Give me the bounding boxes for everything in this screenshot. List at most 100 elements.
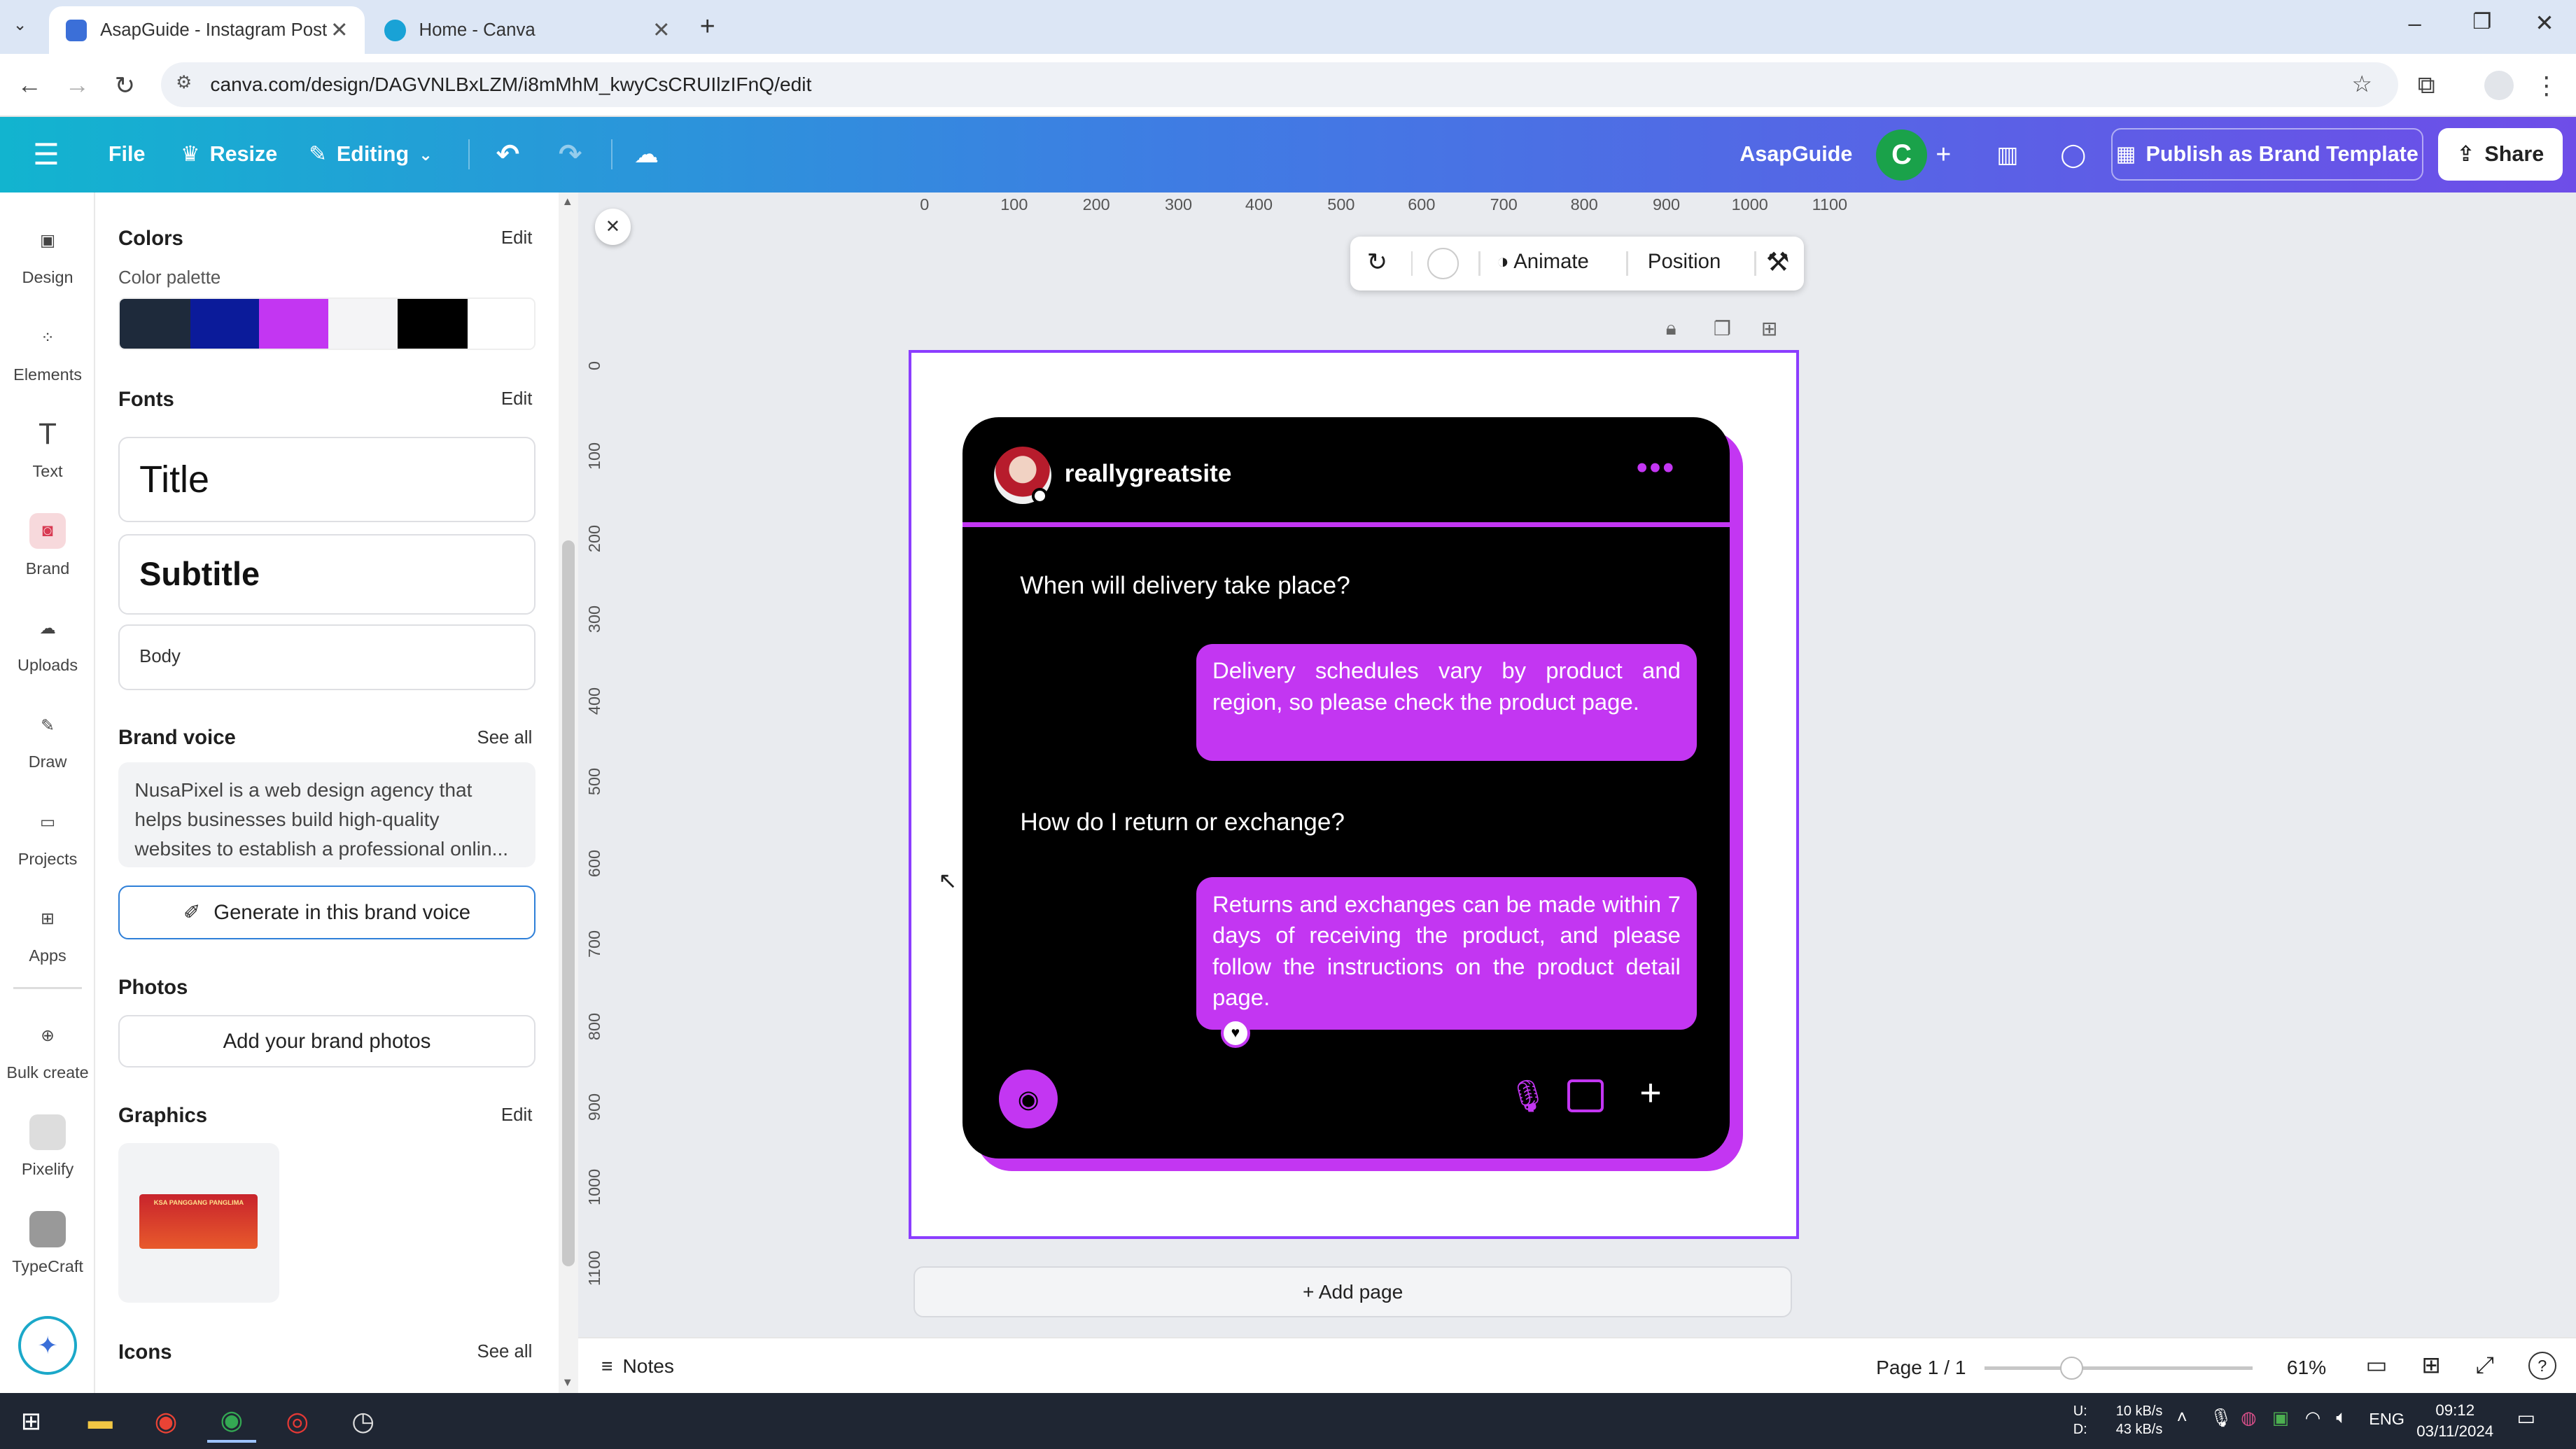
- position-button[interactable]: Position: [1648, 250, 1721, 274]
- font-title-preview[interactable]: Title: [118, 437, 536, 523]
- help-icon[interactable]: ?: [2528, 1352, 2556, 1380]
- rail-typecraft[interactable]: TypeCraft: [0, 1198, 95, 1289]
- language-indicator[interactable]: ENG: [2369, 1410, 2404, 1429]
- color-picker-swatch[interactable]: [1427, 248, 1460, 279]
- tab-asapguide[interactable]: AsapGuide - Instagram Post ✕: [49, 6, 365, 55]
- site-info-icon[interactable]: ⚙: [176, 72, 192, 93]
- replace-icon[interactable]: ↻: [1367, 248, 1387, 276]
- rail-text[interactable]: T Text: [0, 402, 95, 494]
- user-avatar[interactable]: C: [1876, 130, 1927, 181]
- main-menu-icon[interactable]: ☰: [33, 117, 59, 192]
- close-window-icon[interactable]: ✕: [2535, 10, 2554, 36]
- duplicate-page-icon[interactable]: ❐: [1714, 317, 1731, 340]
- close-tab-icon[interactable]: ✕: [330, 18, 349, 43]
- fonts-edit-link[interactable]: Edit: [501, 389, 532, 410]
- share-button[interactable]: ⇪ Share: [2437, 128, 2563, 181]
- animate-button[interactable]: ◑ Animate: [1497, 250, 1589, 274]
- tray-chevron-icon[interactable]: ˄: [2177, 1408, 2188, 1428]
- color-swatch[interactable]: [259, 298, 328, 349]
- scroll-down-icon[interactable]: ▼: [562, 1376, 573, 1390]
- color-swatch[interactable]: [397, 298, 468, 349]
- brand-voice-see-all[interactable]: See all: [477, 728, 532, 748]
- comment-icon[interactable]: ◯: [2050, 132, 2096, 178]
- back-icon[interactable]: ←: [13, 69, 46, 102]
- brand-voice-text[interactable]: NusaPixel is a web design agency that he…: [118, 762, 536, 868]
- rail-uploads[interactable]: ☁ Uploads: [0, 596, 95, 688]
- editing-mode-button[interactable]: ✎ Editing ⌄: [309, 117, 433, 192]
- bookmark-star-icon[interactable]: ☆: [2351, 71, 2372, 97]
- page-view-icon[interactable]: ▭: [2366, 1352, 2388, 1378]
- color-swatch[interactable]: [468, 298, 535, 349]
- cloud-save-icon[interactable]: ☁: [634, 117, 659, 192]
- chat-mockup[interactable]: reallygreatsite ••• When will delivery t…: [962, 417, 1730, 1158]
- colors-edit-link[interactable]: Edit: [501, 228, 532, 248]
- notes-button[interactable]: ≡ Notes: [601, 1355, 674, 1378]
- fullscreen-icon[interactable]: ⤢: [2476, 1352, 2494, 1379]
- extensions-icon[interactable]: ⧉: [2410, 69, 2443, 102]
- graphic-thumbnail[interactable]: KSA PANGGANG PANGLIMA: [118, 1143, 279, 1303]
- windows-start-icon[interactable]: ⊞: [6, 1400, 55, 1443]
- rail-design[interactable]: ▣ Design: [0, 209, 95, 300]
- url-field[interactable]: ⚙ canva.com/design/DAGVNLBxLZM/i8mMhM_kw…: [160, 62, 2399, 107]
- resize-button[interactable]: ♛ Resize: [181, 117, 277, 192]
- rail-pixelify[interactable]: Pixelify: [0, 1100, 95, 1192]
- chrome-icon[interactable]: ◉: [141, 1400, 190, 1443]
- rail-draw[interactable]: ✎ Draw: [0, 693, 95, 785]
- insights-chart-icon[interactable]: ▥: [1984, 132, 2031, 178]
- zoom-slider[interactable]: [1984, 1366, 2253, 1370]
- rail-bulk-create[interactable]: ⊕ Bulk create: [0, 1004, 95, 1096]
- wifi-icon[interactable]: ◠: [2305, 1408, 2321, 1429]
- color-swatch[interactable]: [119, 298, 190, 349]
- new-tab-icon[interactable]: +: [700, 11, 715, 41]
- page-indicator[interactable]: Page 1 / 1: [1876, 1357, 1966, 1379]
- magic-assistant-icon[interactable]: ✦: [18, 1315, 78, 1376]
- scrollbar-thumb[interactable]: [561, 540, 575, 1267]
- graphics-edit-link[interactable]: Edit: [501, 1105, 532, 1126]
- scroll-up-icon[interactable]: ▲: [562, 195, 573, 209]
- rail-projects[interactable]: ▭ Projects: [0, 790, 95, 882]
- browser-menu-icon[interactable]: ⋮: [2530, 69, 2563, 102]
- grid-view-icon[interactable]: ⊞: [2421, 1352, 2441, 1378]
- tray-nvidia-icon[interactable]: ▣: [2272, 1408, 2289, 1429]
- panel-scrollbar[interactable]: ▲ ▼: [558, 192, 579, 1394]
- undo-icon[interactable]: ↶: [496, 117, 519, 192]
- rail-brand[interactable]: ◙ Brand: [0, 499, 95, 591]
- tray-app-icon[interactable]: ◍: [2241, 1408, 2257, 1429]
- paint-format-icon[interactable]: ⚒: [1766, 246, 1790, 277]
- add-brand-photos-button[interactable]: Add your brand photos: [118, 1015, 536, 1068]
- zoom-level[interactable]: 61%: [2287, 1357, 2326, 1379]
- minimize-icon[interactable]: –: [2409, 10, 2421, 36]
- font-body-preview[interactable]: Body: [118, 624, 536, 690]
- add-page-icon[interactable]: ⊞: [1761, 317, 1778, 340]
- rail-elements[interactable]: ⁘ Elements: [0, 306, 95, 398]
- publish-brand-template-button[interactable]: ▦ Publish as Brand Template: [2110, 128, 2423, 181]
- chrome-active-icon[interactable]: ◉: [206, 1400, 257, 1443]
- team-name[interactable]: AsapGuide: [1740, 117, 1852, 192]
- color-swatch[interactable]: [328, 298, 398, 349]
- rail-apps[interactable]: ⊞ Apps: [0, 887, 95, 979]
- color-swatch[interactable]: [190, 298, 260, 349]
- close-tab-icon[interactable]: ✕: [652, 18, 671, 43]
- lock-icon[interactable]: 🔒︎: [1666, 317, 1676, 340]
- file-explorer-icon[interactable]: ▬: [76, 1400, 125, 1443]
- forward-icon[interactable]: →: [61, 69, 94, 102]
- font-subtitle-preview[interactable]: Subtitle: [118, 533, 536, 615]
- reload-icon[interactable]: ↻: [108, 69, 141, 102]
- icons-see-all[interactable]: See all: [477, 1342, 532, 1362]
- redo-icon[interactable]: ↷: [559, 117, 582, 192]
- clock[interactable]: 09:12 03/11/2024: [2416, 1400, 2493, 1443]
- file-menu-button[interactable]: File: [108, 117, 146, 192]
- add-collaborator-icon[interactable]: +: [1921, 132, 1967, 178]
- generate-brand-voice-button[interactable]: ✐ Generate in this brand voice: [118, 885, 536, 940]
- mic-tray-icon[interactable]: 🎙︎: [2210, 1408, 2233, 1429]
- profile-avatar[interactable]: [2484, 70, 2514, 101]
- volume-icon[interactable]: 🔈︎: [2336, 1408, 2346, 1429]
- restore-icon[interactable]: ❐: [2472, 10, 2491, 34]
- zoom-slider-thumb[interactable]: [2059, 1357, 2083, 1380]
- recorder-icon[interactable]: ◎: [273, 1400, 322, 1443]
- tab-home-canva[interactable]: Home - Canva ✕: [368, 6, 687, 54]
- clock-app-icon[interactable]: ◷: [338, 1400, 387, 1443]
- notifications-icon[interactable]: ▭: [2516, 1406, 2535, 1429]
- tab-list-icon[interactable]: ⌄: [13, 15, 27, 34]
- add-page-button[interactable]: + Add page: [913, 1266, 1793, 1318]
